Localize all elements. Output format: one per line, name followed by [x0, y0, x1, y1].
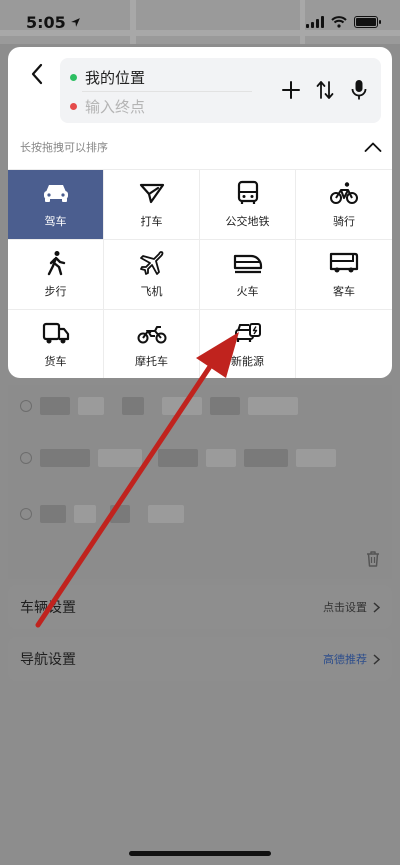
status-bar: 5:05 — [0, 0, 400, 44]
mode-bus-subway[interactable]: 公交地铁 — [200, 170, 296, 240]
history-item[interactable] — [20, 447, 336, 469]
vehicle-settings-title: 车辆设置 — [20, 600, 76, 616]
destination-input[interactable]: 输入终点 — [70, 95, 145, 117]
chevron-right-icon — [373, 601, 380, 613]
mode-label: 火车 — [236, 285, 259, 298]
mode-drive[interactable]: 驾车 — [8, 170, 104, 240]
vehicle-settings-row[interactable]: 车辆设置 点击设置 — [8, 585, 392, 629]
mode-label: 客车 — [333, 285, 355, 298]
divider — [82, 91, 252, 92]
start-location-text: 我的位置 — [85, 68, 146, 87]
car-icon — [43, 185, 68, 202]
back-button[interactable] — [22, 59, 52, 89]
mode-label: 驾车 — [44, 215, 67, 228]
trash-icon[interactable] — [366, 551, 380, 567]
battery-icon — [354, 16, 381, 28]
walking-icon — [47, 251, 65, 276]
destination-placeholder: 输入终点 — [85, 97, 146, 116]
taxi-icon — [139, 183, 164, 204]
mode-coach[interactable]: 客车 — [296, 240, 392, 310]
wifi-icon — [331, 16, 347, 28]
history-item[interactable] — [20, 395, 298, 417]
location-arrow-icon — [70, 17, 80, 27]
mode-walking[interactable]: 步行 — [8, 240, 104, 310]
navigation-settings-row[interactable]: 导航设置 高德推荐 — [8, 637, 392, 681]
status-time: 5:05 — [26, 12, 66, 32]
end-dot — [70, 102, 77, 110]
start-dot — [70, 73, 77, 81]
microphone-icon — [351, 80, 367, 100]
chevron-left-icon — [31, 63, 43, 85]
bus-icon — [237, 180, 258, 204]
truck-icon — [42, 322, 69, 344]
mode-airplane[interactable]: 飞机 — [104, 240, 200, 310]
clock-icon — [20, 400, 32, 412]
coach-icon — [329, 252, 359, 273]
bicycle-icon — [330, 182, 358, 204]
collapse-button[interactable] — [362, 137, 384, 157]
sort-hint: 长按拖拽可以排序 — [20, 141, 108, 154]
airplane-icon — [139, 251, 163, 275]
ev-car-icon — [234, 323, 261, 342]
mode-label: 货车 — [44, 355, 67, 368]
mode-taxi[interactable]: 打车 — [104, 170, 200, 240]
cellular-signal-icon — [306, 16, 324, 28]
motorcycle-icon — [137, 326, 166, 344]
train-icon — [233, 254, 262, 274]
mode-motorcycle[interactable]: 摩托车 — [104, 310, 200, 378]
mode-label: 骑行 — [333, 215, 355, 228]
clock-icon — [20, 508, 32, 520]
voice-input-button[interactable] — [349, 78, 369, 102]
home-indicator — [129, 851, 271, 856]
plus-icon — [282, 81, 300, 99]
start-location-row[interactable]: 我的位置 — [70, 66, 145, 88]
mode-label: 摩托车 — [135, 355, 168, 368]
recommended-tag: 高德推荐 — [323, 653, 367, 666]
mode-label: 公交地铁 — [225, 215, 270, 228]
mode-train[interactable]: 火车 — [200, 240, 296, 310]
navigation-settings-title: 导航设置 — [20, 652, 76, 668]
mode-new-energy[interactable]: 新能源 — [200, 310, 296, 378]
mode-label: 步行 — [44, 285, 67, 298]
swap-route-button[interactable] — [315, 78, 335, 102]
transport-mode-grid: 驾车 打车 公交地铁 骑行 步行 飞机 火车 客车 货车 摩托车 新能源 — [8, 169, 392, 378]
history-list — [8, 385, 392, 579]
mode-truck[interactable]: 货车 — [8, 310, 104, 378]
mode-cycling[interactable]: 骑行 — [296, 170, 392, 240]
swap-icon — [316, 81, 334, 99]
add-waypoint-button[interactable] — [281, 78, 301, 102]
empty-cell — [296, 310, 392, 378]
mode-label: 飞机 — [140, 285, 163, 298]
clock-icon — [20, 452, 32, 464]
chevron-right-icon — [373, 653, 380, 665]
vehicle-settings-action: 点击设置 — [323, 601, 367, 614]
mode-label: 打车 — [140, 215, 163, 228]
route-card: 我的位置 输入终点 长按拖拽可以排序 驾车 打车 公交地铁 骑行 步行 飞机 火… — [8, 47, 392, 378]
route-search-box: 我的位置 输入终点 — [60, 58, 381, 123]
chevron-up-icon — [364, 142, 382, 152]
mode-label: 新能源 — [231, 355, 264, 368]
history-item[interactable] — [20, 503, 184, 525]
